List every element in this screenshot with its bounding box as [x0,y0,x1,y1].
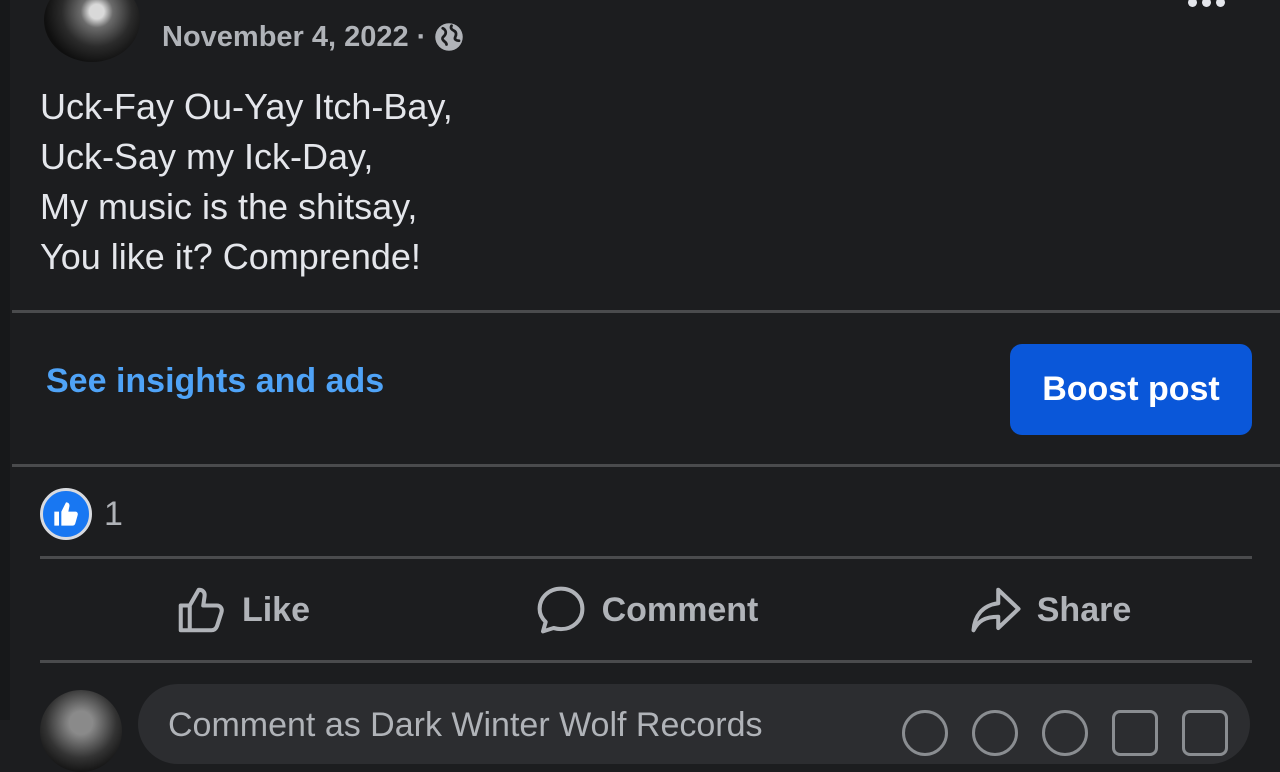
feed-left-gutter [0,0,10,720]
post-line: Uck-Say my Ick-Day, [40,136,374,177]
meta-separator: · [416,20,427,53]
more-dot-icon [1201,0,1211,7]
page-avatar[interactable] [44,0,140,62]
post-meta: November 4, 2022 · [162,18,464,56]
avatar-sticker-icon[interactable] [902,710,948,756]
see-insights-link[interactable]: See insights and ads [46,362,384,401]
sticker-icon[interactable] [1182,710,1228,756]
commenter-avatar[interactable] [40,690,122,772]
post-body: Uck-Fay Ou-Yay Itch-Bay, Uck-Say my Ick-… [40,82,453,282]
divider [12,310,1280,313]
comment-bubble-icon [537,586,584,634]
comment-input[interactable]: Comment as Dark Winter Wolf Records [138,684,1250,764]
thumbs-up-icon [178,587,224,633]
like-reaction-icon [40,488,92,540]
post-actions: Like Comment Share [40,560,1252,660]
post-line: You like it? Comprende! [40,236,421,277]
camera-icon[interactable] [1042,710,1088,756]
composer-tools [902,710,1228,756]
like-label: Like [241,590,311,629]
divider [40,660,1252,663]
boost-post-button[interactable]: Boost post [1010,344,1252,435]
share-label: Share [1036,590,1132,629]
post-line: My music is the shitsay, [40,186,418,227]
comment-placeholder: Comment as Dark Winter Wolf Records [168,706,763,744]
comment-button[interactable]: Comment [444,560,848,660]
divider [12,464,1280,467]
like-button[interactable]: Like [40,560,444,660]
post-date[interactable]: November 4, 2022 [162,21,409,54]
more-options-button[interactable] [1184,0,1228,16]
share-button[interactable]: Share [848,560,1252,660]
globe-icon[interactable] [434,22,464,52]
reaction-summary[interactable]: 1 [40,488,123,540]
comment-label: Comment [601,590,759,629]
post-line: Uck-Fay Ou-Yay Itch-Bay, [40,86,453,127]
gif-icon[interactable] [1112,710,1158,756]
more-dot-icon [1187,0,1197,7]
share-arrow-icon [971,587,1021,633]
reaction-count: 1 [104,494,123,533]
divider [40,556,1252,559]
emoji-icon[interactable] [972,710,1018,756]
more-dot-icon [1215,0,1225,7]
